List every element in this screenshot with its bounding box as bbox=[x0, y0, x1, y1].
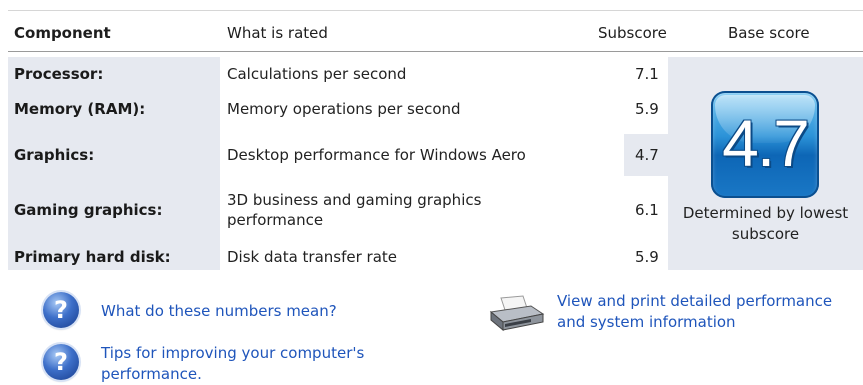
base-score-caption: Determined by lowest subscore bbox=[682, 204, 849, 243]
rated-description: 3D business and gaming graphics performa… bbox=[227, 191, 482, 229]
subscore-value: 5.9 bbox=[635, 100, 659, 118]
table-row: Processor: Calculations per second 7.1 bbox=[0, 61, 863, 87]
improvement-tips-link[interactable]: Tips for improving your computer's perfo… bbox=[101, 343, 401, 385]
component-label: Processor: bbox=[14, 65, 104, 83]
subscore-value: 5.9 bbox=[635, 248, 659, 266]
header-component: Component bbox=[14, 24, 111, 42]
numbers-meaning-link[interactable]: What do these numbers mean? bbox=[101, 301, 337, 322]
subscore-value: 7.1 bbox=[635, 65, 659, 83]
component-label: Memory (RAM): bbox=[14, 100, 146, 118]
table-row: Primary hard disk: Disk data transfer ra… bbox=[0, 244, 863, 270]
rated-description: Disk data transfer rate bbox=[227, 248, 398, 266]
header-base-score: Base score bbox=[728, 24, 810, 42]
subscore-value: 6.1 bbox=[635, 201, 659, 219]
question-mark-icon[interactable]: ? bbox=[43, 292, 79, 328]
rated-description: Calculations per second bbox=[227, 65, 407, 83]
header-subscore: Subscore bbox=[598, 24, 667, 42]
subscore-value: 4.7 bbox=[635, 146, 659, 164]
header-what-is-rated: What is rated bbox=[227, 24, 328, 42]
base-score-value: 4.7 bbox=[722, 106, 810, 180]
top-divider bbox=[8, 10, 863, 11]
component-label: Gaming graphics: bbox=[14, 201, 163, 219]
rated-description: Desktop performance for Windows Aero bbox=[227, 146, 526, 164]
view-print-details-link[interactable]: View and print detailed performance and … bbox=[557, 291, 863, 333]
base-score-badge: 4.7 bbox=[711, 91, 819, 198]
header-divider bbox=[8, 51, 863, 52]
printer-icon[interactable] bbox=[487, 294, 547, 334]
question-mark-icon[interactable]: ? bbox=[43, 344, 79, 380]
component-label: Primary hard disk: bbox=[14, 248, 171, 266]
component-label: Graphics: bbox=[14, 146, 95, 164]
rated-description: Memory operations per second bbox=[227, 100, 461, 118]
